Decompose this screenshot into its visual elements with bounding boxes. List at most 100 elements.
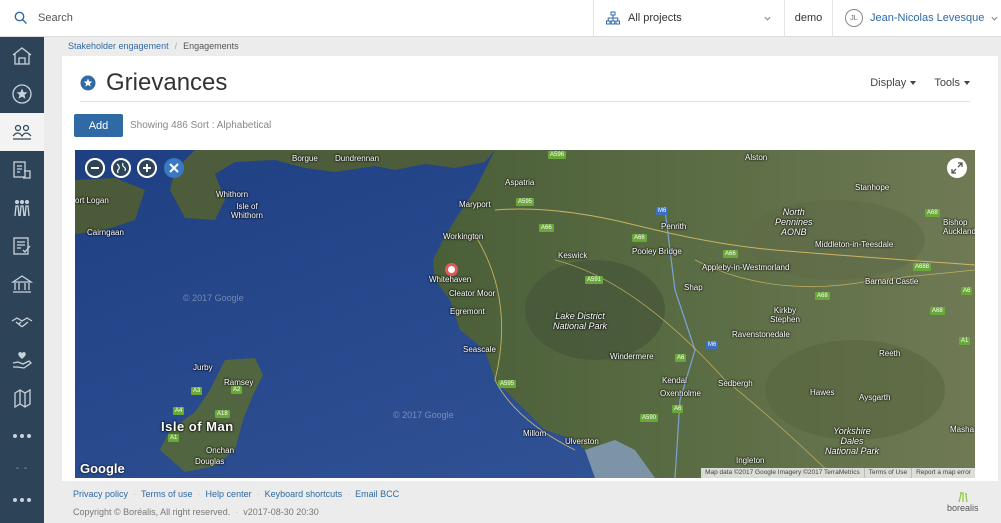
road-shield: A4	[173, 407, 185, 415]
sidebar: - -	[0, 37, 44, 523]
map-label: Whithorn	[216, 190, 249, 199]
road-shield: A6	[961, 287, 973, 295]
map-label: Sedbergh	[718, 379, 753, 388]
road-shield: A6	[672, 405, 684, 413]
map-label: Ravenstonedale	[732, 330, 790, 339]
road-shield: A1	[959, 337, 971, 345]
road-shield: A68	[930, 307, 945, 315]
result-count: 486	[171, 120, 188, 131]
road-shield: A6	[675, 354, 687, 362]
sidebar-item-more[interactable]	[0, 417, 44, 455]
map-label-isle-of-man: Isle of Man	[161, 419, 234, 434]
map-label: Seascale	[463, 345, 496, 354]
hand-heart-icon	[12, 352, 33, 369]
terms-of-use-link[interactable]: Terms of Use	[863, 468, 911, 478]
google-logo: Google	[80, 461, 125, 476]
sidebar-item-documents[interactable]	[0, 151, 44, 189]
map-label: Kendal	[662, 376, 687, 385]
sidebar-item-stakeholders[interactable]	[0, 113, 44, 151]
map-label-park: Yorkshire Dales National Park	[825, 426, 880, 456]
sidebar-item-checklist[interactable]	[0, 227, 44, 265]
map-view[interactable]: Borgue Dundrennan Alston Stanhope Whitho…	[75, 150, 975, 478]
footer-link-shortcuts[interactable]: Keyboard shortcuts	[265, 489, 343, 499]
main-panel: Grievances Display Tools Add Showing 486…	[62, 56, 998, 481]
chevron-down-icon	[991, 16, 998, 21]
map-label: Bishop Auckland	[943, 218, 975, 236]
map-label: Reeth	[879, 349, 901, 358]
caret-down-icon	[964, 80, 970, 85]
map-label: Ingleton	[736, 456, 765, 465]
fullscreen-button[interactable]	[947, 158, 967, 178]
map-label: Maryport	[459, 200, 491, 209]
tools-button[interactable]	[164, 158, 184, 178]
map-watermark: © 2017 Google	[393, 410, 454, 420]
road-shield: A2	[231, 386, 243, 394]
footer-link-privacy[interactable]: Privacy policy	[73, 489, 128, 499]
search-input[interactable]	[38, 12, 538, 24]
sidebar-item-institutions[interactable]	[0, 265, 44, 303]
tools-menu[interactable]: Tools	[934, 77, 970, 89]
sidebar-item-favorites[interactable]	[0, 75, 44, 113]
map-label: ort Logan	[75, 196, 109, 205]
breadcrumb-parent[interactable]: Stakeholder engagement	[68, 41, 169, 51]
map-attribution: Map data ©2017 Google Imagery ©2017 Terr…	[701, 468, 975, 478]
plus-icon	[137, 158, 157, 178]
map-label: Hawes	[810, 388, 835, 397]
sidebar-item-map[interactable]	[0, 379, 44, 417]
map-label: Millom	[523, 429, 547, 438]
star-icon	[12, 84, 32, 104]
map-label: Penrith	[661, 222, 687, 231]
road-shield: A66	[632, 234, 647, 242]
sidebar-item-home[interactable]	[0, 37, 44, 75]
sidebar-item-commitments[interactable]	[0, 341, 44, 379]
map-label: Cairngaan	[87, 228, 124, 237]
zoom-in-button[interactable]	[137, 158, 157, 178]
road-shield: A3	[191, 387, 203, 395]
road-shield: A688	[913, 263, 932, 271]
road-shield: A595	[498, 380, 517, 388]
map-label: Isle of Whithorn	[230, 202, 263, 220]
road-shield: A66	[539, 224, 554, 232]
minus-icon	[85, 158, 105, 178]
workspace-label[interactable]: demo	[785, 0, 833, 37]
sitemap-icon	[606, 11, 620, 25]
map-label: Jurby	[193, 363, 213, 372]
map-label: Windermere	[610, 352, 654, 361]
star-icon[interactable]	[80, 75, 96, 91]
map-label: Aspatria	[505, 178, 535, 187]
tools-icon	[164, 158, 184, 178]
search-box[interactable]	[0, 0, 594, 37]
display-menu-label: Display	[870, 76, 907, 89]
grievance-marker[interactable]	[445, 263, 458, 276]
add-button[interactable]: Add	[74, 114, 123, 137]
sort-value[interactable]: Alphabetical	[217, 120, 271, 131]
sidebar-item-more-bottom[interactable]	[0, 481, 44, 519]
map-label: Whitehaven	[429, 275, 472, 284]
footer-link-terms[interactable]: Terms of use	[141, 489, 193, 499]
breadcrumb-current: Engagements	[183, 41, 239, 51]
project-selector[interactable]: All projects	[594, 0, 785, 37]
display-menu[interactable]: Display	[870, 76, 917, 89]
road-shield: M6	[706, 341, 719, 349]
map-data-credit: Map data ©2017 Google Imagery ©2017 Terr…	[705, 469, 860, 476]
version-text: v2017-08-30 20:30	[243, 507, 319, 517]
map-label: Masha	[950, 425, 975, 434]
sidebar-item-groups[interactable]	[0, 189, 44, 227]
breadcrumb-separator: /	[174, 41, 178, 51]
copyright-text: Copyright © Boréalis, All right reserved…	[73, 507, 231, 517]
report-map-error-link[interactable]: Report a map error	[911, 468, 975, 478]
zoom-out-button[interactable]	[85, 158, 105, 178]
copyright: Copyright © Boréalis, All right reserved…	[73, 507, 319, 517]
footer-link-email-bcc[interactable]: Email BCC	[355, 489, 399, 499]
borealis-logo: borealis	[945, 490, 985, 516]
map-label: Pooley Bridge	[632, 247, 682, 256]
user-name: Jean-Nicolas Levesque	[870, 12, 985, 24]
result-summary: Showing 486 Sort : Alphabetical	[130, 120, 271, 131]
footer-link-help[interactable]: Help center	[206, 489, 252, 499]
sidebar-item-agreements[interactable]	[0, 303, 44, 341]
globe-button[interactable]	[111, 158, 131, 178]
road-shield: M6	[656, 207, 669, 215]
user-menu[interactable]: JL Jean-Nicolas Levesque	[833, 0, 1001, 37]
map-label: Barnard Castle	[865, 277, 919, 286]
map-icon	[14, 388, 31, 409]
